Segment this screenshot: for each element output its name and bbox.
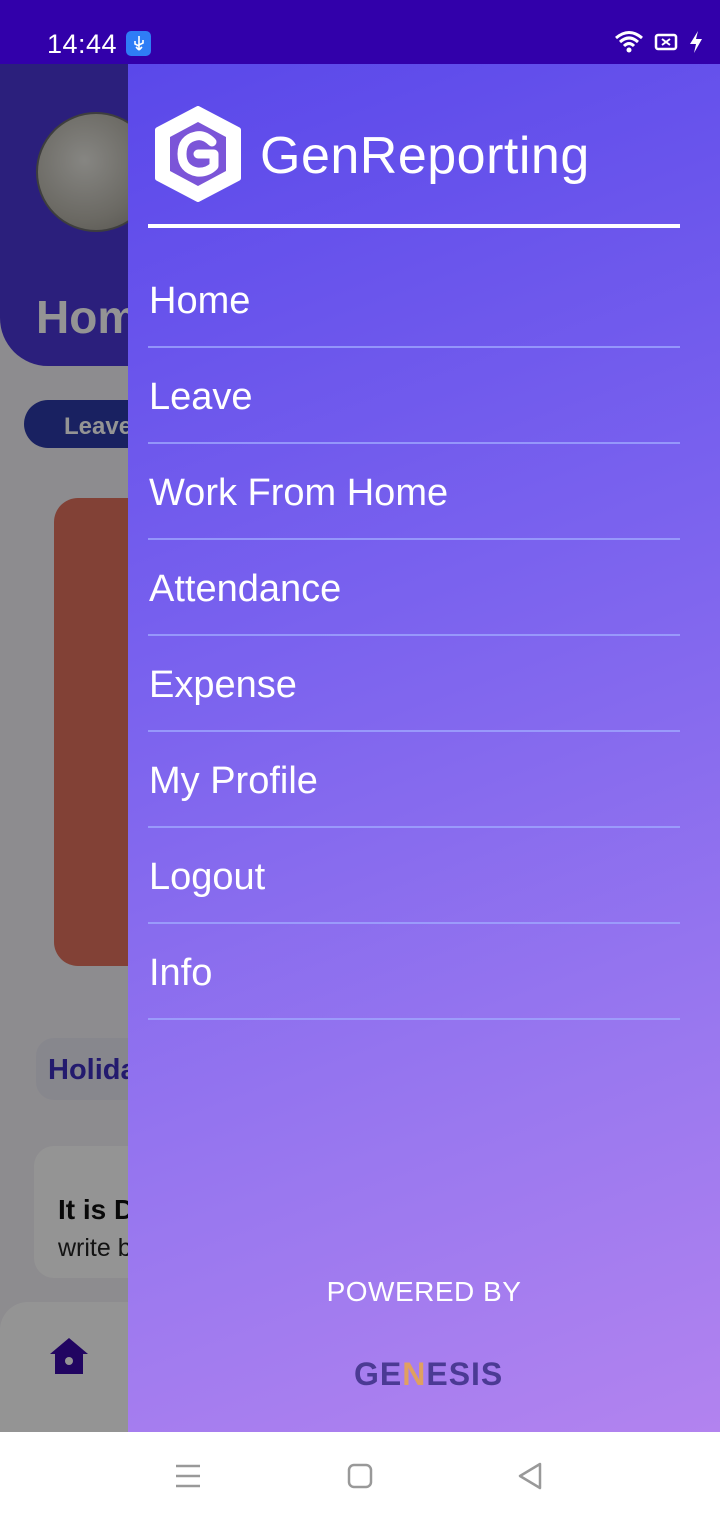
charging-icon <box>688 30 704 59</box>
menu-item-work-from-home[interactable]: Work From Home <box>148 444 680 540</box>
app-logo-icon <box>152 106 244 202</box>
system-nav-bar <box>0 1432 720 1520</box>
genesis-logo: GENESIS <box>354 1356 504 1392</box>
navigation-drawer: GenReporting Home Leave Work From Home A… <box>128 64 720 1432</box>
menu-item-logout[interactable]: Logout <box>148 828 680 924</box>
menu-item-home[interactable]: Home <box>148 252 680 348</box>
battery-saver-icon <box>654 32 678 57</box>
status-bar: 14:44 <box>0 0 720 64</box>
home-square-icon[interactable] <box>346 1462 374 1495</box>
drawer-menu: Home Leave Work From Home Attendance Exp… <box>148 252 680 1020</box>
menu-item-my-profile[interactable]: My Profile <box>148 732 680 828</box>
usb-icon <box>126 31 151 56</box>
menu-item-attendance[interactable]: Attendance <box>148 540 680 636</box>
wifi-icon <box>614 30 644 59</box>
menu-item-info[interactable]: Info <box>148 924 680 1020</box>
back-triangle-icon[interactable] <box>516 1462 544 1495</box>
status-icons <box>614 30 704 59</box>
divider <box>148 224 680 228</box>
menu-item-leave[interactable]: Leave <box>148 348 680 444</box>
powered-by-label: POWERED BY <box>326 1276 522 1307</box>
menu-icon[interactable] <box>174 1462 202 1495</box>
menu-item-expense[interactable]: Expense <box>148 636 680 732</box>
app-name: GenReporting <box>260 127 590 185</box>
status-time: 14:44 <box>47 29 118 59</box>
